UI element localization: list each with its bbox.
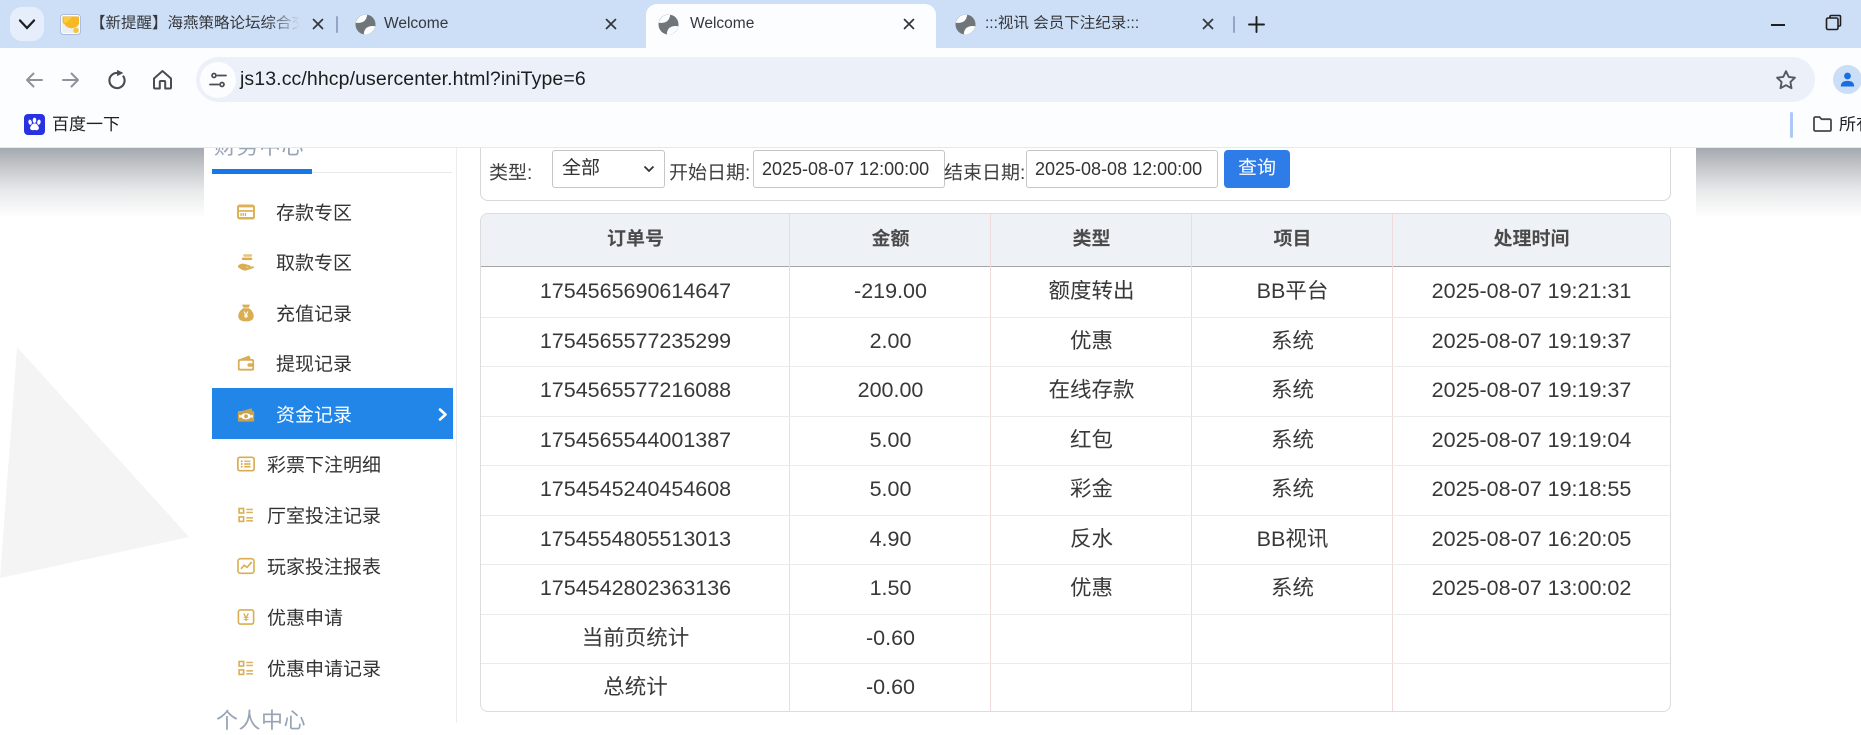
svg-text:¥: ¥ [243, 310, 248, 320]
svg-text:¥: ¥ [243, 612, 250, 624]
